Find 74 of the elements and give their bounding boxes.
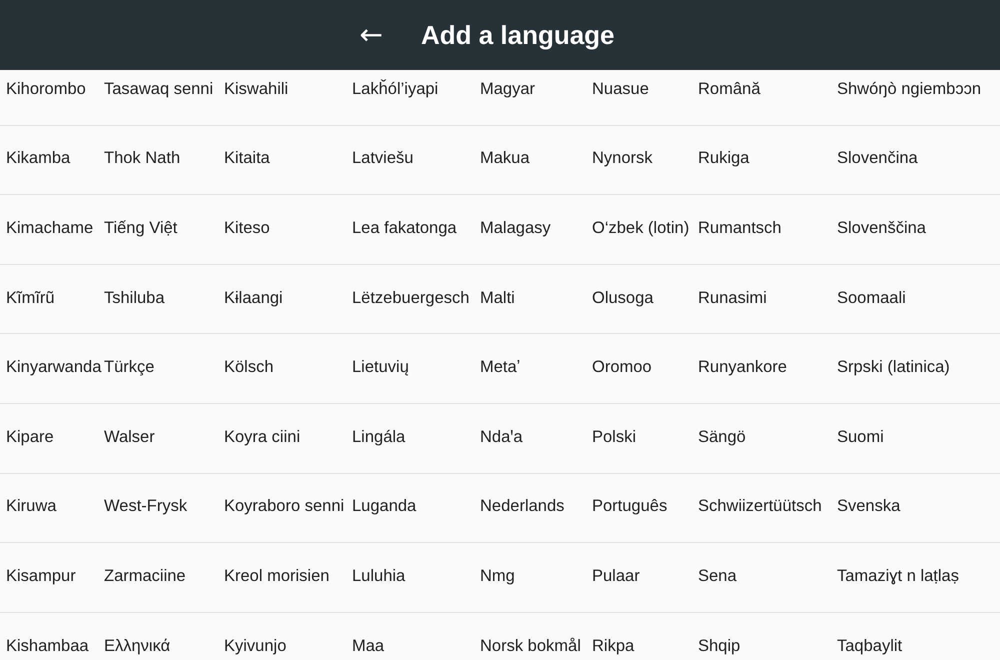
language-item[interactable]: Kihorombo (6, 80, 86, 99)
language-item[interactable]: Luluhia (352, 566, 406, 586)
language-item[interactable]: Lëtzebuergesch (352, 288, 470, 308)
language-item[interactable]: Srpski (latinica) (837, 358, 950, 378)
language-item[interactable]: Kĩmĩrũ (6, 288, 55, 308)
language-item[interactable]: Kimachame (6, 218, 94, 238)
language-item[interactable]: Runyankore (698, 358, 787, 378)
language-item[interactable]: Pulaar (592, 566, 640, 586)
language-item[interactable]: Kitaita (224, 149, 270, 168)
language-item[interactable]: Soomaali (837, 288, 906, 308)
language-item[interactable]: Shwóŋò ngiembɔɔn (837, 80, 982, 99)
language-item[interactable]: Svenska (837, 497, 900, 516)
language-item[interactable]: Tiếng Việt (104, 218, 178, 238)
language-item[interactable]: Magyar (480, 80, 536, 99)
language-item[interactable]: Metaʼ (480, 358, 520, 378)
language-item[interactable]: Kiteso (224, 218, 270, 238)
language-item[interactable]: Lakȟól’iyapi (352, 80, 438, 99)
language-item[interactable]: Malti (480, 288, 515, 308)
language-item[interactable]: Slovenčina (837, 149, 918, 168)
language-item[interactable]: Rumantsch (698, 218, 782, 238)
language-item[interactable]: Walser (104, 428, 155, 447)
language-item[interactable]: Rikpa (592, 636, 634, 656)
language-item[interactable]: Nynorsk (592, 149, 653, 168)
back-button[interactable]: ← (355, 21, 387, 49)
language-item[interactable]: Lietuvių (352, 358, 409, 378)
language-item[interactable]: Koyra ciini (224, 428, 300, 447)
language-item[interactable]: Português (592, 497, 668, 516)
language-item[interactable]: Kiruwa (6, 497, 56, 516)
language-item[interactable]: West-Frysk (104, 497, 188, 516)
language-item[interactable]: Lingála (352, 428, 406, 447)
language-item[interactable]: Sena (698, 566, 737, 586)
language-item[interactable]: Latviešu (352, 149, 414, 168)
language-item[interactable]: Kölsch (224, 358, 274, 378)
language-item[interactable]: Koyraboro senni (224, 497, 344, 516)
language-item[interactable]: Lea fakatonga (352, 218, 457, 238)
language-item[interactable]: Sängö (698, 428, 746, 447)
language-item[interactable]: Kisampur (6, 566, 76, 586)
language-item[interactable]: Ελληνικά (104, 636, 170, 656)
language-item[interactable]: Tasawaq senni (104, 80, 214, 99)
language-item[interactable]: Thok Nath (104, 149, 180, 168)
page-title: Add a language (420, 20, 615, 50)
language-item[interactable]: Rukiga (698, 149, 750, 168)
language-item[interactable]: Norsk bokmål (480, 636, 581, 656)
language-item[interactable]: Zarmaciine (104, 566, 186, 586)
language-item[interactable]: Suomi (837, 428, 884, 447)
language-item[interactable]: Kreol morisien (224, 566, 330, 586)
language-item[interactable]: Tamaziɣt n laṭlaṣ (837, 566, 959, 586)
language-item[interactable]: Shqip (698, 636, 740, 656)
language-item[interactable]: Română (698, 80, 760, 99)
language-item[interactable]: Kinyarwanda (6, 358, 102, 378)
language-item[interactable]: Taqbaylit (837, 636, 902, 656)
language-item[interactable]: Kikamba (6, 149, 70, 168)
language-item[interactable]: Runasimi (698, 288, 767, 308)
language-item[interactable]: Kiswahili (224, 80, 288, 99)
language-item[interactable]: Malagasy (480, 218, 551, 238)
language-item[interactable]: Olusoga (592, 288, 654, 308)
language-item[interactable]: Polski (592, 428, 636, 447)
language-item[interactable]: Nederlands (480, 497, 564, 516)
language-item[interactable]: Tshiluba (104, 288, 165, 308)
language-item[interactable]: Türkçe (104, 358, 154, 378)
language-item[interactable]: Schwiizertüütsch (698, 497, 822, 516)
language-item[interactable]: O‘zbek (lotin) (592, 218, 690, 238)
language-item[interactable]: Nuasue (592, 80, 649, 99)
language-item[interactable]: Maa (352, 636, 384, 656)
language-item[interactable]: Nmg (480, 566, 515, 586)
language-item[interactable]: Ndaꞌa (480, 428, 523, 447)
language-item[interactable]: Oromoo (592, 358, 652, 378)
language-item[interactable]: Kyivunjo (224, 636, 286, 656)
language-item[interactable]: Kipare (6, 428, 54, 447)
language-item[interactable]: Kishambaa (6, 636, 89, 656)
language-item[interactable]: Kɨlaangi (224, 288, 283, 308)
language-item[interactable]: Slovenščina (837, 218, 926, 238)
language-item[interactable]: Makua (480, 149, 530, 168)
language-item[interactable]: Luganda (352, 497, 416, 516)
